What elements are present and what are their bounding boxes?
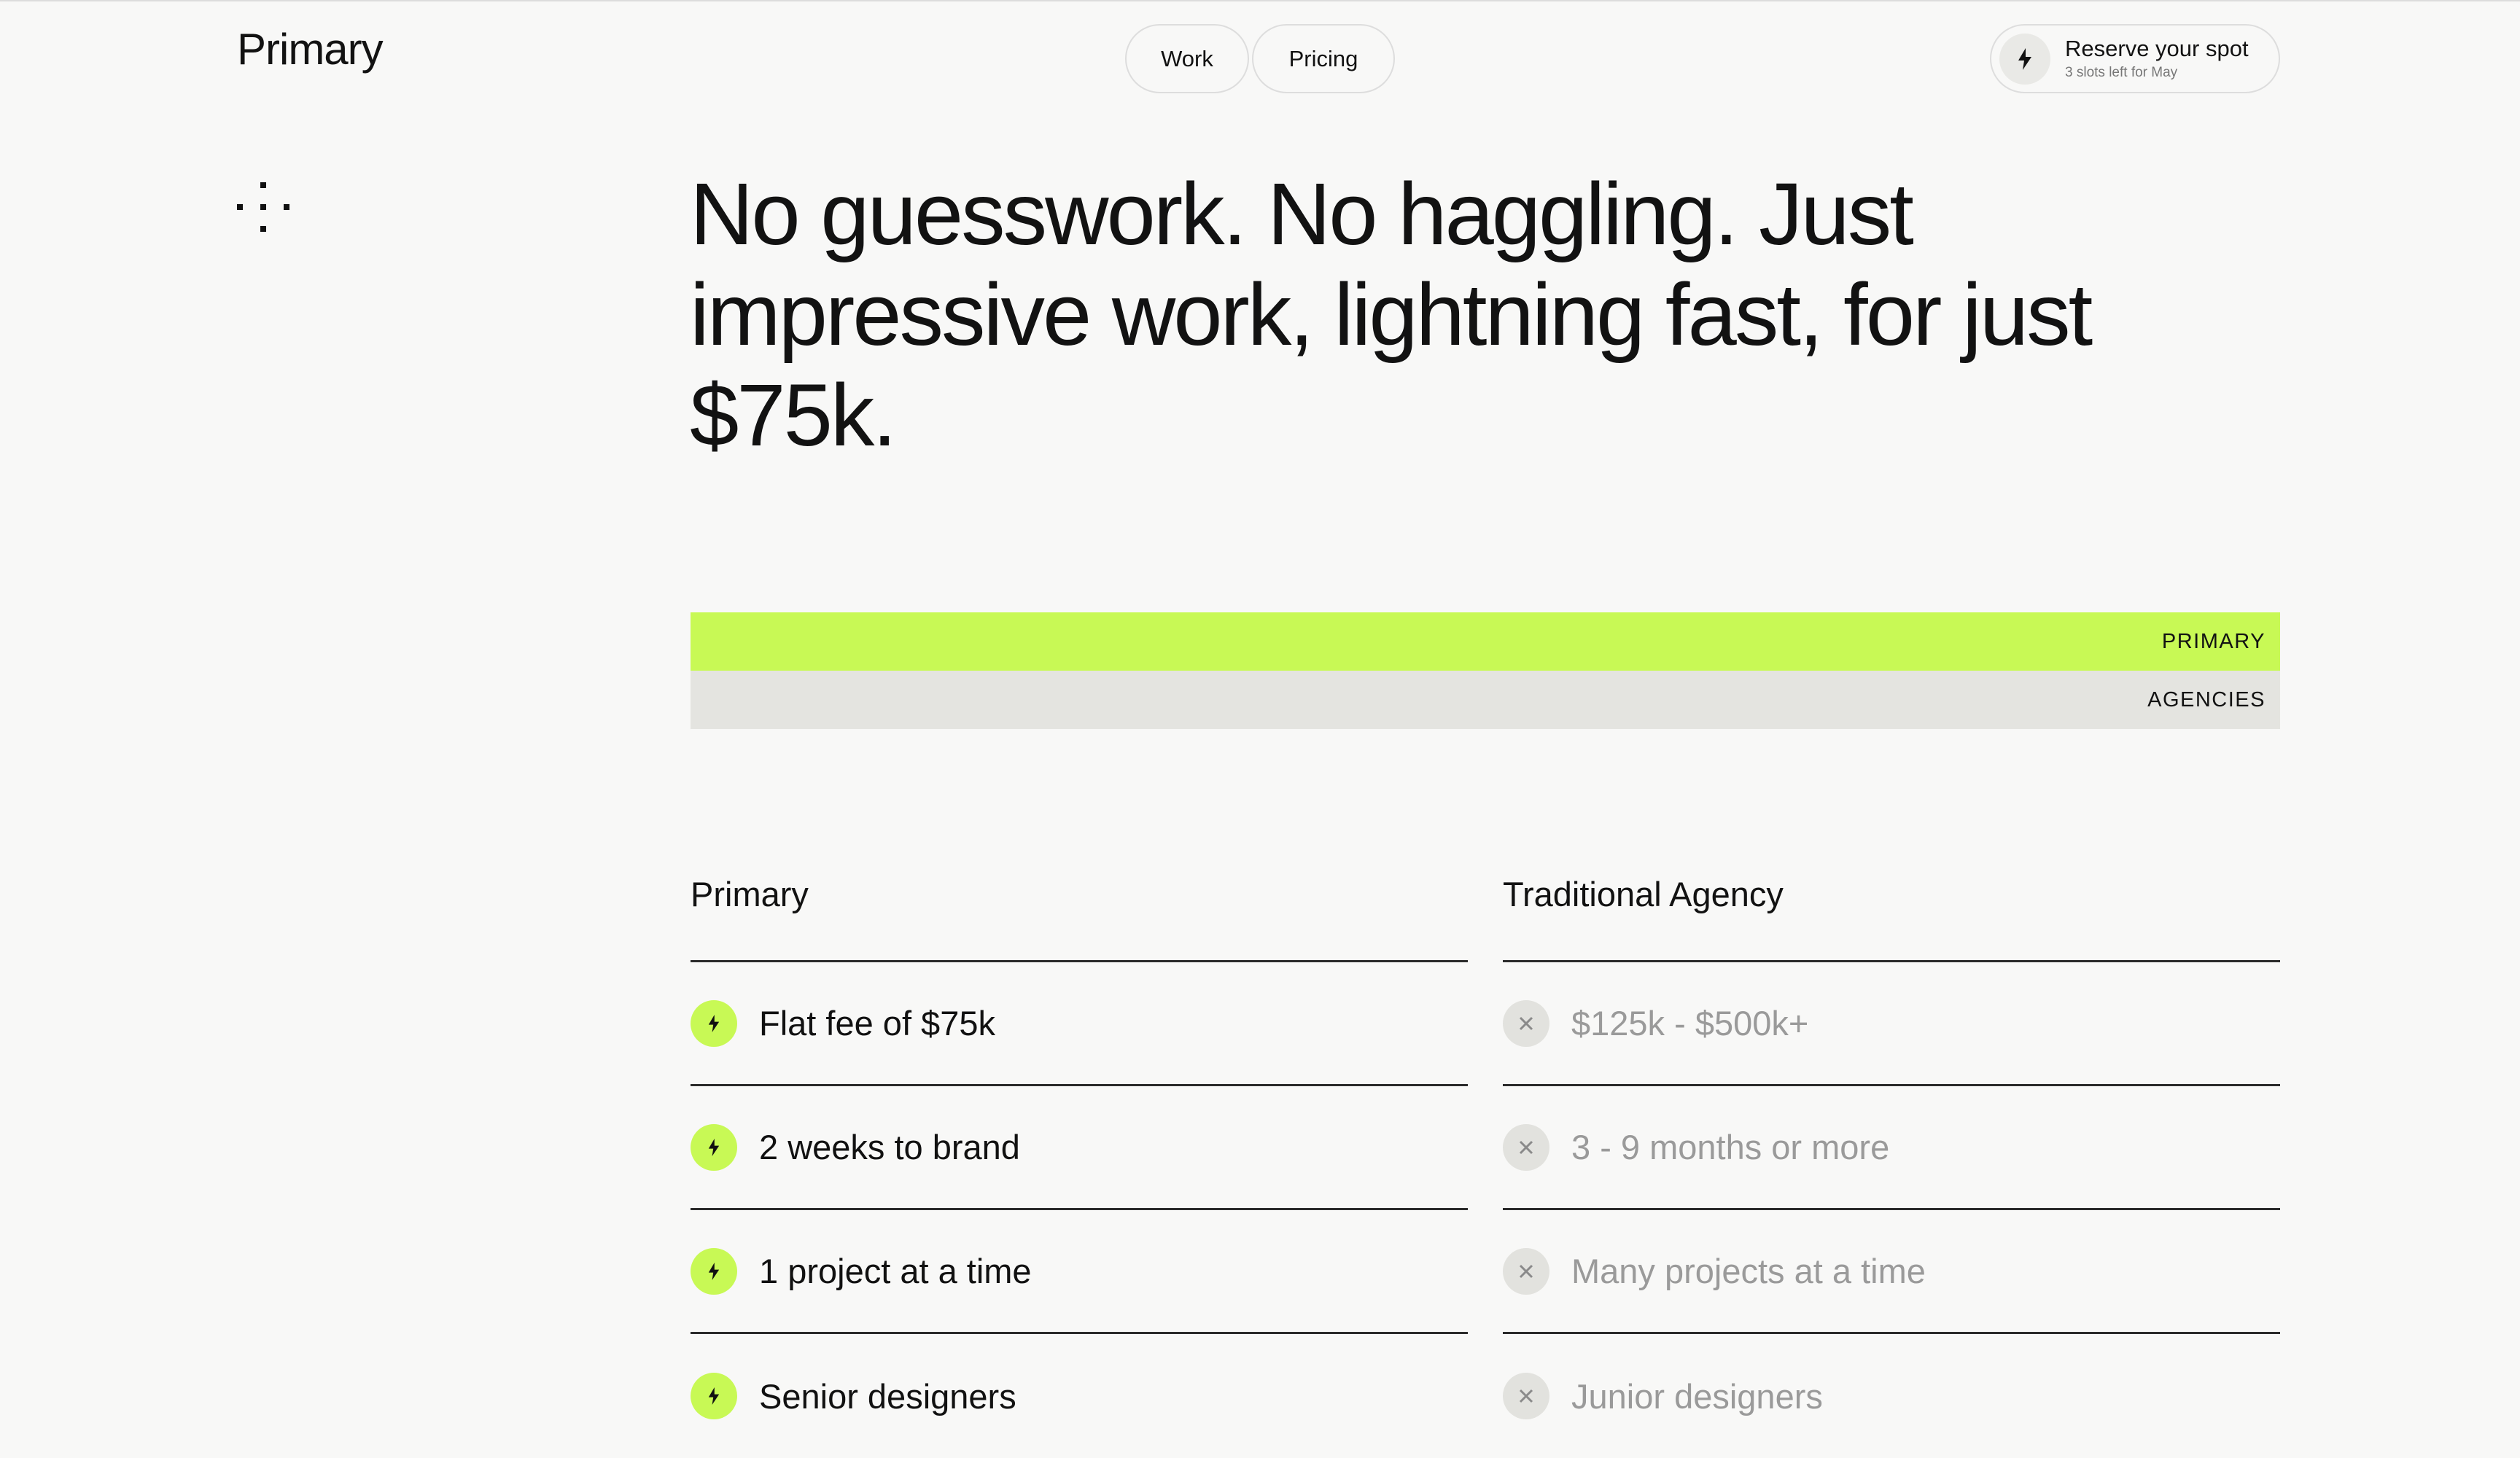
bolt-icon <box>691 1247 737 1295</box>
bolt-icon <box>691 1373 737 1419</box>
hero-headline: No guesswork. No haggling. Just impressi… <box>690 164 2093 464</box>
top-border <box>0 0 2520 1</box>
primary-bar-label: PRIMARY <box>2161 629 2266 653</box>
list-item-text: Flat fee of $75k <box>759 1004 995 1042</box>
comparison-bars: PRIMARY AGENCIES <box>691 612 2280 729</box>
primary-column: Primary Flat fee of $75k 2 weeks to bran… <box>691 871 1468 1458</box>
agencies-bar-label: AGENCIES <box>2147 687 2266 712</box>
list-item: 1 project at a time <box>691 1210 1468 1334</box>
reserve-title: Reserve your spot <box>2065 35 2249 61</box>
bolt-icon <box>1999 33 2050 85</box>
reserve-spot-button[interactable]: Reserve your spot 3 slots left for May <box>1990 24 2280 93</box>
agency-column-heading: Traditional Agency <box>1503 871 2280 962</box>
close-icon <box>1503 1247 1549 1295</box>
list-item: $125k - $500k+ <box>1503 962 2280 1086</box>
primary-bar: PRIMARY <box>691 612 2280 671</box>
list-item-text: 2 weeks to brand <box>759 1128 1020 1166</box>
main-nav: Work Pricing <box>1125 24 1395 93</box>
reserve-subtitle: 3 slots left for May <box>2065 64 2178 80</box>
close-icon <box>1503 1373 1549 1419</box>
list-item-text: 1 project at a time <box>759 1252 1032 1290</box>
list-item: 2 weeks to brand <box>691 1086 1468 1210</box>
list-item: Many projects at a time <box>1503 1210 2280 1334</box>
close-icon <box>1503 1123 1549 1171</box>
list-item-text: Junior designers <box>1571 1376 1823 1416</box>
bolt-icon <box>691 999 737 1047</box>
brand-logo[interactable]: Primary <box>237 28 384 71</box>
list-item: 3 - 9 months or more <box>1503 1086 2280 1210</box>
list-item-text: $125k - $500k+ <box>1571 1004 1809 1042</box>
list-item: Junior designers <box>1503 1334 2280 1458</box>
bolt-icon <box>691 1123 737 1171</box>
close-icon <box>1503 999 1549 1047</box>
list-item-text: Many projects at a time <box>1571 1252 1926 1290</box>
dots-icon <box>237 182 289 232</box>
agencies-bar: AGENCIES <box>691 671 2280 729</box>
list-item: Senior designers <box>691 1334 1468 1458</box>
nav-work-button[interactable]: Work <box>1125 24 1249 93</box>
reserve-text: Reserve your spot 3 slots left for May <box>2065 36 2249 82</box>
primary-column-heading: Primary <box>691 871 1468 962</box>
nav-pricing-button[interactable]: Pricing <box>1252 24 1395 93</box>
bolt-icon-svg <box>2018 47 2031 70</box>
list-item-text: 3 - 9 months or more <box>1571 1128 1890 1166</box>
list-item: Flat fee of $75k <box>691 962 1468 1086</box>
list-item-text: Senior designers <box>759 1376 1016 1416</box>
agency-column: Traditional Agency $125k - $500k+ 3 - 9 … <box>1503 871 2280 1458</box>
